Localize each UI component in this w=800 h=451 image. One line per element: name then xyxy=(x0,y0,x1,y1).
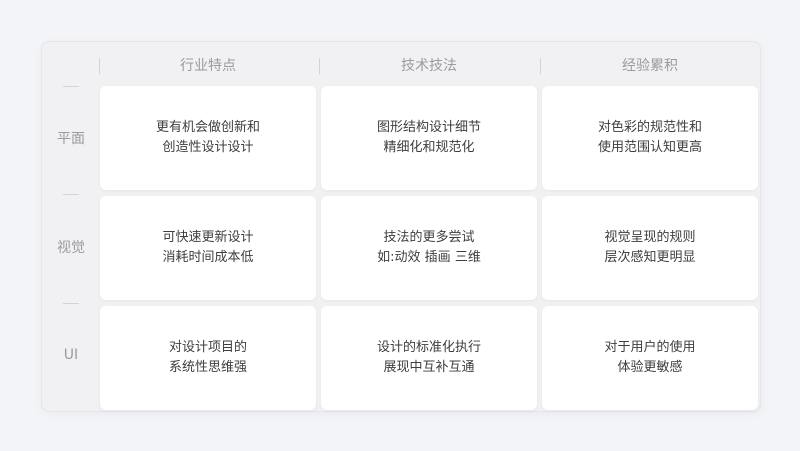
column-divider xyxy=(319,58,320,74)
table-cell: 对色彩的规范性和 使用范围认知更高 xyxy=(542,86,758,190)
cell-text-line: 精细化和规范化 xyxy=(383,140,475,155)
cell-text-line: 消耗时间成本低 xyxy=(162,250,254,265)
row-label-ui: UI xyxy=(63,347,79,363)
table-cell: 对设计项目的 系统性思维强 xyxy=(100,306,316,410)
row-label-visual: 视觉 xyxy=(57,240,85,256)
cell-text-line: 图形结构设计细节 xyxy=(376,120,481,135)
cell-text-line: 对设计项目的 xyxy=(168,340,247,355)
cell-text-line: 对色彩的规范性和 xyxy=(597,120,702,135)
table-cell: 可快速更新设计 消耗时间成本低 xyxy=(100,196,316,300)
column-header-techniques: 技术技法 xyxy=(401,58,457,74)
cell-text-line: 如:动效 插画 三维 xyxy=(377,250,481,265)
cell-text-line: 设计的标准化执行 xyxy=(376,340,481,355)
table-cell: 更有机会做创新和 创造性设计设计 xyxy=(100,86,316,190)
column-header-industry-traits: 行业特点 xyxy=(180,58,236,74)
column-divider xyxy=(540,58,541,74)
cell-text-line: 技法的更多尝试 xyxy=(383,230,475,245)
cell-text-line: 使用范围认知更高 xyxy=(597,140,702,155)
cell-text-line: 更有机会做创新和 xyxy=(155,120,260,135)
cell-text-line: 创造性设计设计 xyxy=(162,140,254,155)
cell-text-line: 视觉呈现的规则 xyxy=(604,230,696,245)
cell-text-line: 展现中互补互通 xyxy=(383,360,475,375)
row-divider xyxy=(63,303,79,304)
cell-text-line: 体验更敏感 xyxy=(617,360,683,375)
table-cell: 图形结构设计细节 精细化和规范化 xyxy=(321,86,537,190)
cell-text-line: 系统性思维强 xyxy=(168,360,247,375)
row-divider xyxy=(63,86,79,87)
table-cell: 设计的标准化执行 展现中互补互通 xyxy=(321,306,537,410)
cell-text-line: 可快速更新设计 xyxy=(162,230,254,245)
table-cell: 视觉呈现的规则 层次感知更明显 xyxy=(542,196,758,300)
row-label-graphic: 平面 xyxy=(57,131,85,147)
cell-text-line: 层次感知更明显 xyxy=(604,250,696,265)
table-cell: 对于用户的使用 体验更敏感 xyxy=(542,306,758,410)
cell-text-line: 对于用户的使用 xyxy=(604,340,696,355)
column-header-experience: 经验累积 xyxy=(622,58,678,74)
row-divider xyxy=(63,194,79,195)
table-cell: 技法的更多尝试 如:动效 插画 三维 xyxy=(321,196,537,300)
